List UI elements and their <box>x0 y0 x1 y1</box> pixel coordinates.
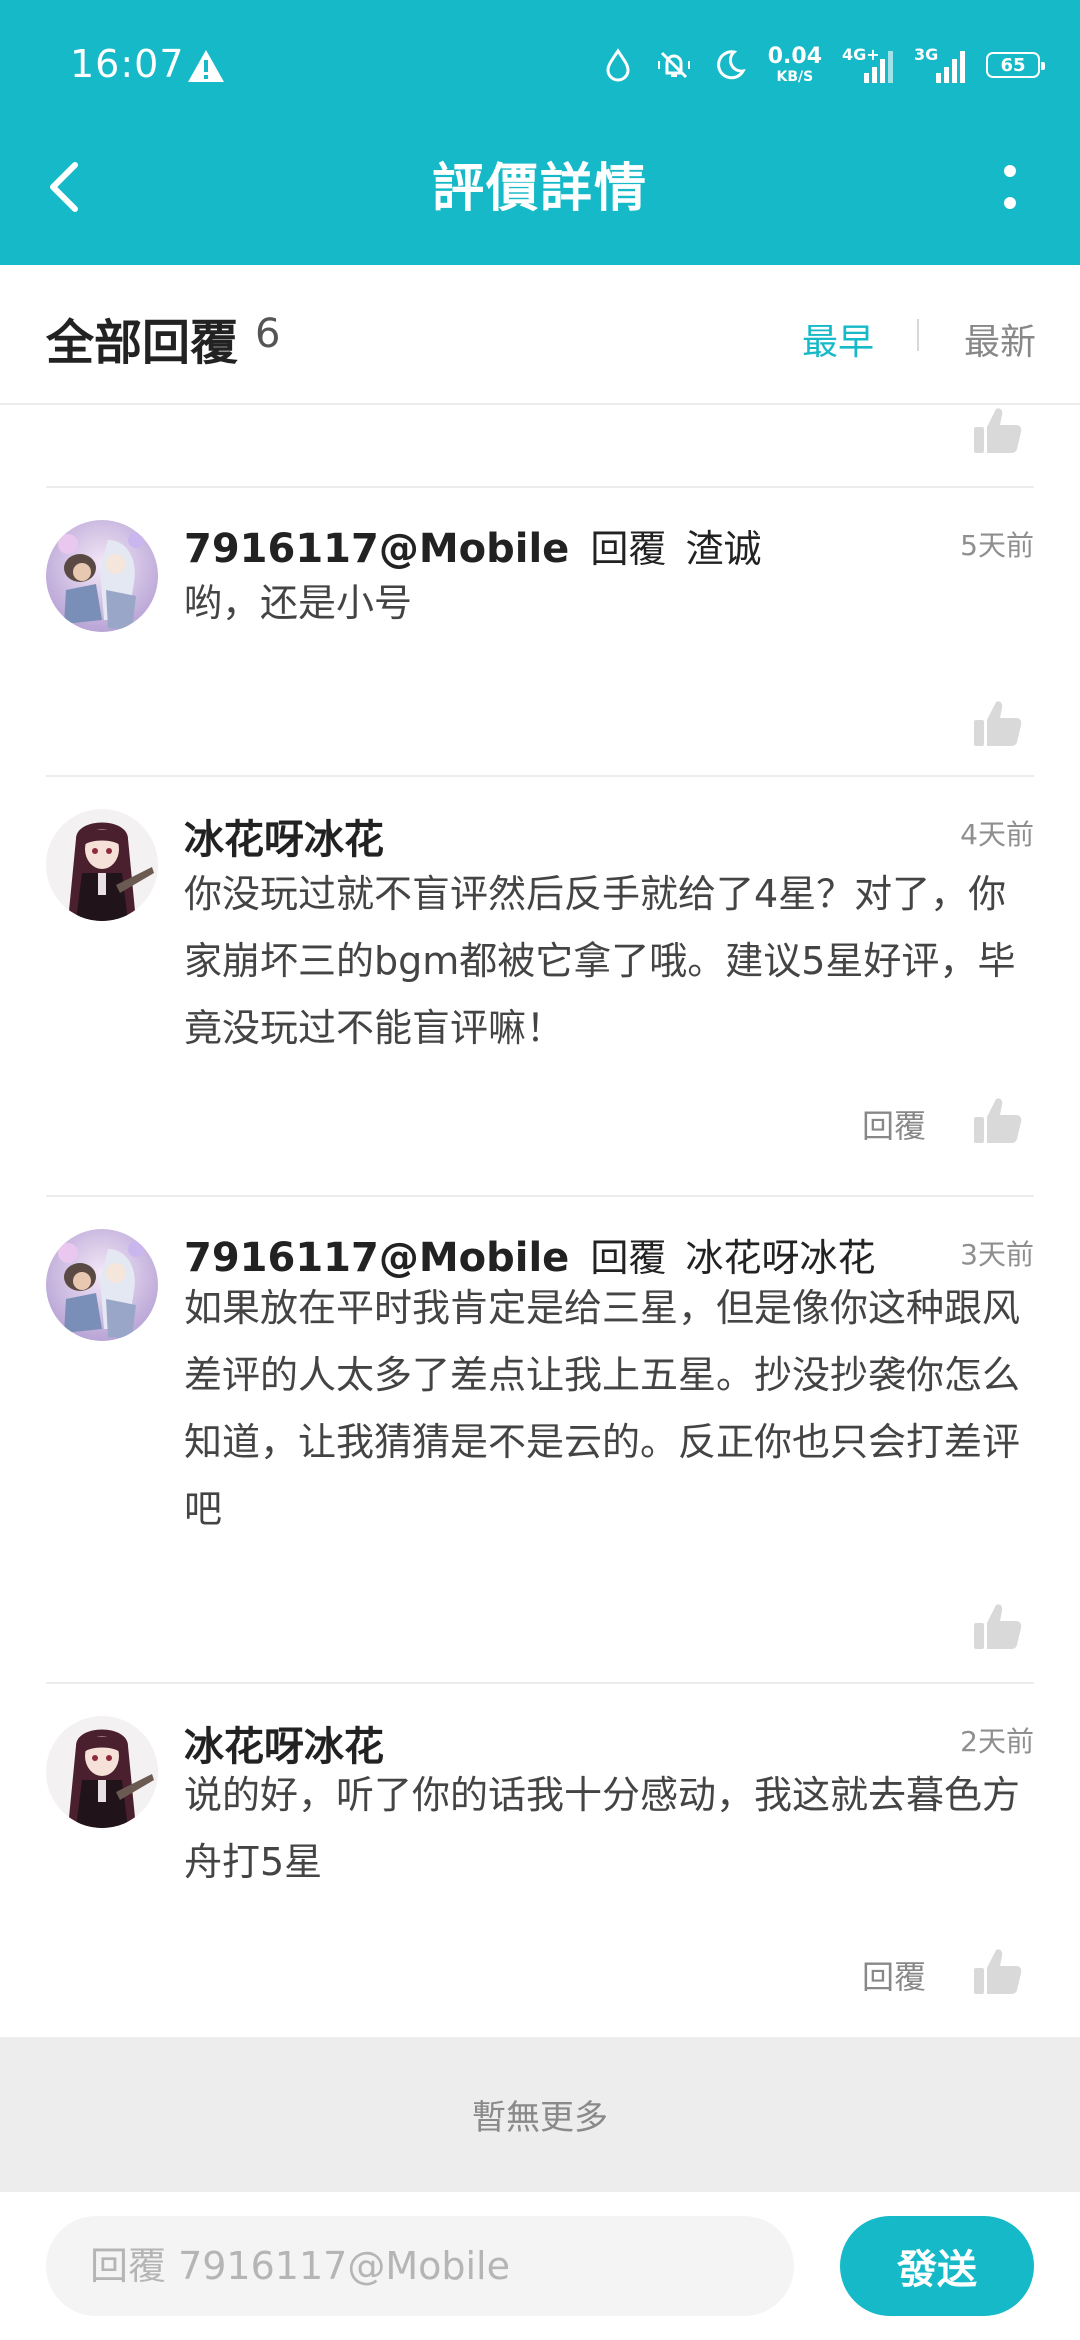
water-drop-icon <box>606 48 630 82</box>
thumbs-up-icon[interactable] <box>972 1095 1024 1147</box>
reply-verb: 回覆 <box>590 1236 667 1280</box>
comment-text: 如果放在平时我肯定是给三星，但是像你这种跟风差评的人太多了差点让我上五星。抄没抄… <box>184 1286 1021 1531</box>
comment-list: 7916117@Mobile 回覆 渣诚 5天前 哟，还是小号 冰花呀冰花 4天… <box>0 405 1080 2037</box>
comment-header: 冰花呀冰花 4天前 <box>184 807 1034 863</box>
app-bar: 評價詳情 <box>0 130 1080 265</box>
avatar[interactable] <box>46 520 158 632</box>
reply-input[interactable] <box>46 2216 794 2316</box>
user-avatar-image <box>46 520 158 632</box>
top-header: 16:07 0.04 KB/S 4G+ 3G 65 評價詳情 <box>0 0 1080 265</box>
replies-count: 6 <box>255 311 281 357</box>
page-title: 評價詳情 <box>431 159 648 219</box>
no-more-indicator: 暫無更多 <box>0 2037 1080 2192</box>
reply-target-username[interactable]: 冰花呀冰花 <box>686 1236 876 1280</box>
sort-earliest-tab[interactable]: 最早 <box>802 313 874 365</box>
comment-item: 7916117@Mobile 回覆 冰花呀冰花 3天前 如果放在平时我肯定是给三… <box>46 1195 1034 1682</box>
reply-verb: 回覆 <box>590 527 667 571</box>
thumbs-up-icon[interactable] <box>972 1601 1024 1653</box>
reply-input-bar: 發送 <box>0 2192 1080 2340</box>
user-avatar-image <box>46 809 158 921</box>
sort-divider <box>917 319 919 351</box>
comment-text: 你没玩过就不盲评然后反手就给了4星？对了，你家崩坏三的bgm都被它拿了哦。建议5… <box>184 872 1016 1050</box>
comment-header: 7916117@Mobile 回覆 渣诚 5天前 <box>184 518 1034 574</box>
replies-header: 全部回覆 6 最早 最新 <box>0 265 1080 405</box>
mute-vibrate-icon <box>657 51 690 79</box>
reply-button[interactable]: 回覆 <box>862 1101 926 1147</box>
reply-button[interactable]: 回覆 <box>862 1952 926 1998</box>
comment-time: 5天前 <box>960 529 1034 562</box>
warning-icon <box>188 50 224 82</box>
comment-text: 说的好，听了你的话我十分感动，我这就去暮色方舟打5星 <box>184 1773 1021 1884</box>
user-avatar-image <box>46 1229 158 1341</box>
thumbs-up-icon[interactable] <box>972 698 1024 750</box>
comment-username[interactable]: 7916117@Mobile <box>184 526 569 572</box>
reply-target-username[interactable]: 渣诚 <box>686 527 762 571</box>
network-speed: 0.04 KB/S <box>767 44 822 85</box>
thumbs-up-icon[interactable] <box>972 405 1024 457</box>
more-options-button[interactable] <box>980 152 1040 222</box>
avatar[interactable] <box>46 1716 158 1828</box>
comment-username[interactable]: 冰花呀冰花 <box>184 817 384 863</box>
comment-item: 冰花呀冰花 2天前 说的好，听了你的话我十分感动，我这就去暮色方舟打5星 回覆 <box>46 1682 1034 2037</box>
avatar[interactable] <box>46 1229 158 1341</box>
comment-time: 2天前 <box>960 1725 1034 1758</box>
send-button[interactable]: 發送 <box>840 2216 1034 2316</box>
battery-indicator: 65 <box>986 52 1045 78</box>
comment-item: 7916117@Mobile 回覆 渣诚 5天前 哟，还是小号 <box>46 486 1034 775</box>
user-avatar-image <box>46 1716 158 1828</box>
sort-latest-tab[interactable]: 最新 <box>964 313 1036 365</box>
moon-icon <box>716 50 746 80</box>
comment-item: 冰花呀冰花 4天前 你没玩过就不盲评然后反手就给了4星？对了，你家崩坏三的bgm… <box>46 775 1034 1195</box>
signal-3g-icon: 3G <box>914 45 966 85</box>
avatar[interactable] <box>46 809 158 921</box>
comment-time: 4天前 <box>960 818 1034 851</box>
more-vertical-icon <box>1004 165 1016 209</box>
status-time: 16:07 <box>70 42 185 86</box>
comment-time: 3天前 <box>960 1238 1034 1271</box>
comment-text: 哟，还是小号 <box>184 581 413 625</box>
thumbs-up-icon[interactable] <box>972 1946 1024 1998</box>
status-bar: 16:07 0.04 KB/S 4G+ 3G 65 <box>0 0 1080 130</box>
replies-title: 全部回覆 <box>46 315 239 371</box>
status-icons: 0.04 KB/S 4G+ 3G 65 <box>600 40 1045 90</box>
signal-4g-icon: 4G+ <box>842 45 894 85</box>
